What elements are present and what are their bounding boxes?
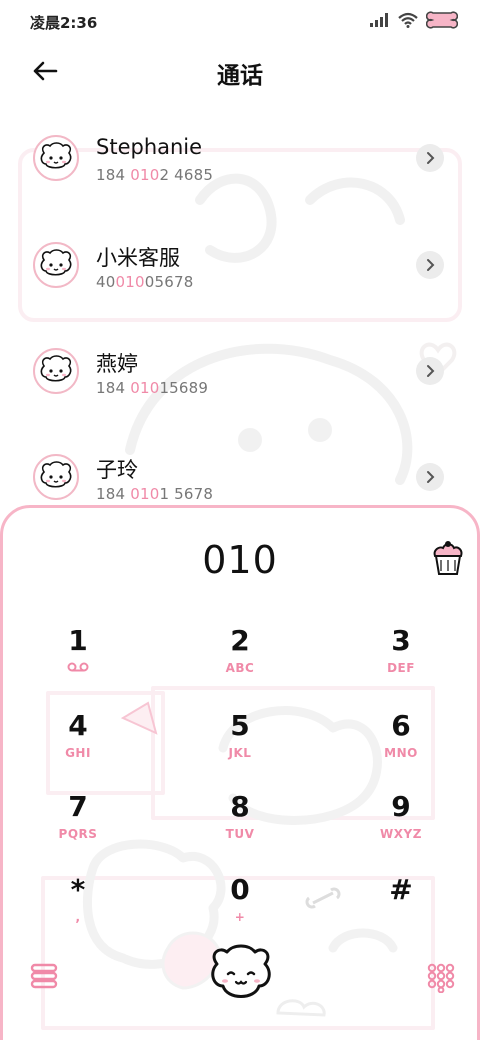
header: 通话	[0, 42, 480, 100]
key-5[interactable]: 5 JKL	[180, 710, 300, 778]
key-digit: 3	[391, 624, 411, 657]
number-match: 010	[115, 273, 145, 291]
cupcake-icon[interactable]	[430, 538, 466, 578]
key-digit: #	[389, 873, 413, 906]
bone-battery-icon	[426, 11, 458, 29]
page-title: 通话	[217, 63, 263, 89]
key-8[interactable]: 8 TUV	[180, 791, 300, 859]
contact-number: 184 0102 4685	[96, 166, 213, 184]
key-6[interactable]: 6 MNO	[341, 710, 461, 778]
key-digit: 1	[68, 624, 88, 657]
key-digit: 4	[68, 709, 88, 742]
number-suffix: 05678	[144, 273, 194, 291]
status-time: 凌晨2:36	[30, 14, 98, 32]
voicemail-icon	[18, 661, 138, 675]
key-letters: ,	[75, 910, 81, 924]
wifi-icon	[398, 12, 418, 28]
contact-row[interactable]: 小米客服 4001005678	[0, 220, 480, 310]
signal-icon	[370, 13, 388, 27]
key-letters: WXYZ	[380, 827, 422, 841]
key-3[interactable]: 3 DEF	[341, 625, 461, 693]
avatar	[33, 348, 79, 394]
key-letters: ABC	[225, 661, 255, 675]
avatar	[33, 454, 79, 500]
key-digit: 6	[391, 709, 411, 742]
key-digit: 5	[230, 709, 250, 742]
key-digit: 8	[230, 790, 250, 823]
avatar	[33, 135, 79, 181]
key-digit: 7	[68, 790, 88, 823]
contact-name: 小米客服	[96, 246, 180, 270]
number-match: 010	[130, 166, 160, 184]
key-letters: DEF	[387, 661, 415, 675]
key-letters: TUV	[225, 827, 255, 841]
key-letters: JKL	[228, 746, 252, 760]
key-hash[interactable]: #	[341, 874, 461, 942]
number-suffix: 1 5678	[159, 485, 214, 503]
contact-detail-button[interactable]	[416, 144, 444, 172]
status-icons	[370, 10, 458, 30]
chevron-right-icon	[427, 259, 435, 271]
number-suffix: 2 4685	[159, 166, 214, 184]
number-match: 010	[130, 379, 160, 397]
number-prefix: 184	[96, 485, 131, 503]
key-7[interactable]: 7 PQRS	[18, 791, 138, 859]
number-prefix: 40	[96, 273, 116, 291]
contact-name: Stephanie	[96, 135, 203, 159]
contact-name: 子玲	[96, 458, 138, 482]
key-letters: GHI	[65, 746, 91, 760]
key-9[interactable]: 9 WXYZ	[341, 791, 461, 859]
number-prefix: 184	[96, 166, 131, 184]
chevron-right-icon	[427, 471, 435, 483]
status-bar: 凌晨2:36	[0, 0, 480, 42]
key-letters: PQRS	[58, 827, 98, 841]
key-digit: 0	[230, 873, 250, 906]
dialed-number[interactable]: 010	[3, 538, 477, 582]
contact-number: 4001005678	[96, 273, 193, 291]
puppy-avatar-icon	[40, 355, 72, 382]
key-4[interactable]: 4 GHI	[18, 710, 138, 778]
number-match: 010	[130, 485, 160, 503]
key-digit: *	[70, 873, 86, 906]
key-digit: 9	[391, 790, 411, 823]
contact-row[interactable]: Stephanie 184 0102 4685	[0, 113, 480, 203]
contact-number: 184 0101 5678	[96, 485, 213, 503]
puppy-avatar-icon	[40, 461, 72, 488]
key-star[interactable]: * ,	[18, 874, 138, 942]
key-letters	[341, 910, 461, 924]
key-1[interactable]: 1	[18, 625, 138, 693]
chevron-right-icon	[427, 365, 435, 377]
contact-detail-button[interactable]	[416, 251, 444, 279]
puppy-avatar-icon	[40, 249, 72, 276]
chevron-right-icon	[427, 152, 435, 164]
dialer-panel: 010 1 2 ABC 3 DEF 4 GHI 5 JKL 6 MNO 7 PQ…	[0, 505, 480, 1040]
puppy-avatar-icon	[40, 142, 72, 169]
key-letters: +	[234, 910, 246, 924]
call-button[interactable]	[203, 944, 279, 1008]
key-letters: MNO	[384, 746, 418, 760]
contact-name: 燕婷	[96, 352, 138, 376]
number-prefix: 184	[96, 379, 131, 397]
menu-icon[interactable]	[30, 963, 58, 989]
key-2[interactable]: 2 ABC	[180, 625, 300, 693]
dialpad-toggle-icon[interactable]	[427, 963, 455, 993]
contact-detail-button[interactable]	[416, 463, 444, 491]
contact-number: 184 01015689	[96, 379, 208, 397]
contact-row[interactable]: 燕婷 184 01015689	[0, 326, 480, 416]
avatar	[33, 242, 79, 288]
key-0[interactable]: 0 +	[180, 874, 300, 942]
number-suffix: 15689	[159, 379, 209, 397]
contact-detail-button[interactable]	[416, 357, 444, 385]
key-digit: 2	[230, 624, 250, 657]
